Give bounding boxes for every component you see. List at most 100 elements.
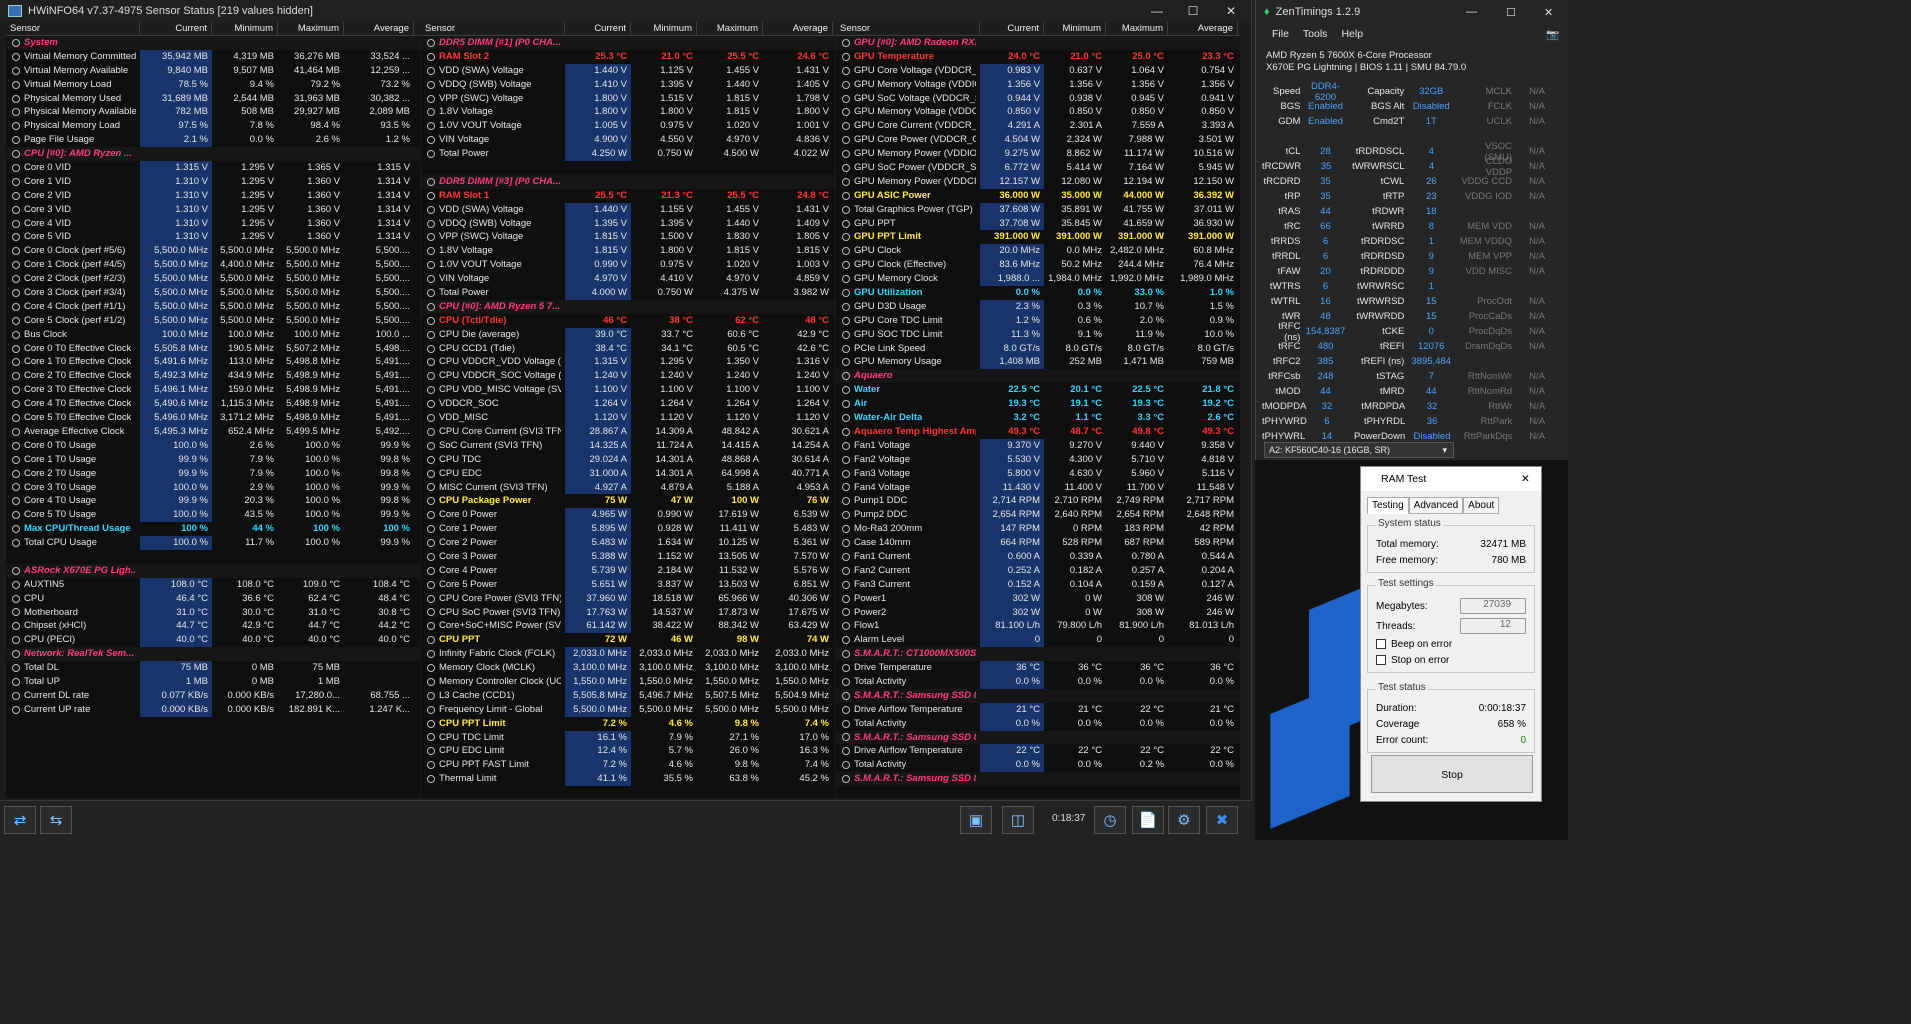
column-header[interactable]: Sensor Current Minimum Maximum Average: [421, 22, 835, 36]
sensor-row[interactable]: Core 0 T0 Usage 100.0 % 2.6 % 100.0 % 99.9 %: [6, 438, 420, 453]
sensor-row[interactable]: Core 5 Clock (perf #1/2) 5,500.0 MHz 5,500…: [6, 313, 420, 328]
sensor-row[interactable]: Current DL rate 0.077 KB/s 0.000 KB/s 17,28…: [6, 688, 420, 703]
sensor-row[interactable]: CPU TDC Limit 16.1 % 7.9 % 27.1 % 17.0 %: [421, 730, 835, 745]
sensor-row[interactable]: Total Activity 0.0 % 0.0 % 0.0 % 0.0 %: [836, 716, 1240, 731]
sensor-group-row[interactable]: GPU [#0]: AMD Radeon RX...: [836, 36, 1240, 50]
sensor-row[interactable]: Total Activity 0.0 % 0.0 % 0.0 % 0.0 %: [836, 674, 1240, 689]
sensor-row[interactable]: GPU Clock 20.0 MHz 0.0 MHz 2,482.0 MHz 60.8 …: [836, 244, 1240, 259]
sensor-row[interactable]: CPU (Tctl/Tdie) 46 °C 38 °C 62 °C 48 °C: [421, 314, 835, 328]
sensor-row[interactable]: Aquaero Temp Highest Amp 49.3 °C 48.7 °C 49…: [836, 425, 1240, 439]
sensor-row[interactable]: CPU EDC 31.000 A 14.301 A 64.998 A 40.771 A: [421, 466, 835, 481]
sensor-row[interactable]: L3 Cache (CCD1) 5,505.8 MHz 5,496.7 MHz 5,5…: [421, 688, 835, 703]
sensor-row[interactable]: Alarm Level 0 0 0 0: [836, 633, 1240, 648]
header-maximum[interactable]: Maximum: [697, 22, 763, 35]
sensor-row[interactable]: Power2 302 W 0 W 308 W 246 W: [836, 605, 1240, 620]
sensor-row[interactable]: GPU ASIC Power 36.000 W 35.000 W 44.000 W 36…: [836, 189, 1240, 203]
sensor-row[interactable]: Drive Airflow Temperature 21 °C 21 °C 22 °C…: [836, 702, 1240, 717]
sensor-row[interactable]: CPU 46.4 °C 36.6 °C 62.4 °C 48.4 °C: [6, 591, 420, 606]
header-current[interactable]: Current: [565, 22, 631, 35]
column-header[interactable]: Sensor Current Minimum Maximum Average: [836, 22, 1240, 36]
tab-about[interactable]: About: [1463, 497, 1500, 514]
zt-close-button[interactable]: ✕: [1544, 6, 1553, 19]
sensor-row[interactable]: VDDQ (SWB) Voltage 1.395 V 1.395 V 1.440 V 1…: [421, 216, 835, 231]
sensor-row[interactable]: Total CPU Usage 100.0 % 11.7 % 100.0 % 99.9 …: [6, 536, 420, 550]
sensor-group-row[interactable]: S.M.A.R.T.: Samsung SSD 860...: [836, 772, 1240, 787]
sensor-group-row[interactable]: System: [6, 36, 420, 50]
sensor-row[interactable]: Fan3 Current 0.152 A 0.104 A 0.159 A 0.127 A: [836, 577, 1240, 592]
menu-tools[interactable]: Tools: [1303, 28, 1328, 40]
sensor-row[interactable]: CPU Package Power 75 W 47 W 100 W 76 W: [421, 494, 835, 508]
sensor-row[interactable]: GPU Core Current (VDDCR_GFX) 4.291 A 2.301…: [836, 119, 1240, 134]
sensor-row[interactable]: Power1 302 W 0 W 308 W 246 W: [836, 591, 1240, 606]
sensor-row[interactable]: Physical Memory Available 782 MB 508 MB 29,…: [6, 105, 420, 120]
stop-on-error-checkbox[interactable]: Stop on error: [1376, 652, 1526, 668]
sensor-row[interactable]: Motherboard 31.0 °C 30.0 °C 31.0 °C 30.8 °C: [6, 605, 420, 620]
sensor-row[interactable]: GPU Memory Clock 1,988.0 ... 1,984.0 MHz 1,…: [836, 272, 1240, 287]
sensor-row[interactable]: VPP (SWC) Voltage 1.815 V 1.500 V 1.830 V 1.…: [421, 230, 835, 245]
sensor-row[interactable]: GPU PPT 37.708 W 35.845 W 41.659 W 36.930 W: [836, 216, 1240, 231]
header-sensor[interactable]: Sensor: [836, 22, 980, 35]
sensor-row[interactable]: CPU EDC Limit 12.4 % 5.7 % 26.0 % 16.3 %: [421, 744, 835, 759]
sensor-group-row[interactable]: S.M.A.R.T.: Samsung SSD 850...: [836, 730, 1240, 745]
sensor-group-row[interactable]: CPU [#0]: AMD Ryzen ...: [6, 147, 420, 162]
sensor-row[interactable]: Core 5 Power 5.651 W 3.837 W 13.503 W 6.851 …: [421, 577, 835, 592]
sensor-row[interactable]: Pump2 DDC 2,654 RPM 2,640 RPM 2,654 RPM 2,64…: [836, 508, 1240, 523]
sensor-row[interactable]: Core 4 Clock (perf #1/1) 5,500.0 MHz 5,500…: [6, 299, 420, 314]
sensor-row[interactable]: Virtual Memory Committed 35,942 MB 4,319 M…: [6, 49, 420, 64]
sensor-group-row[interactable]: DDR5 DIMM [#1] (P0 CHA...: [421, 36, 835, 50]
sensor-row[interactable]: CPU Core Power (SVI3 TFN) 37.960 W 18.518 …: [421, 591, 835, 606]
sensor-row[interactable]: Total Activity 0.0 % 0.0 % 0.2 % 0.0 %: [836, 758, 1240, 773]
sensor-row[interactable]: VDDQ (SWB) Voltage 1.410 V 1.395 V 1.440 V 1…: [421, 77, 835, 92]
prev-arrow-icon[interactable]: ⇄: [4, 806, 36, 834]
sensor-group-row[interactable]: ASRock X670E PG Ligh...: [6, 563, 420, 578]
module-select[interactable]: A2: KF560C40-16 (16GB, SR) ▾: [1264, 442, 1454, 458]
sensor-row[interactable]: Core 2 VID 1.310 V 1.295 V 1.360 V 1.314 V: [6, 188, 420, 203]
sensor-row[interactable]: Total Power 4.000 W 0.750 W 4.375 W 3.982 W: [421, 286, 835, 300]
sensor-group-row[interactable]: Network: RealTek Sem...: [6, 647, 420, 662]
header-average[interactable]: Average: [344, 22, 414, 35]
sensor-row[interactable]: RAM Slot 1 25.5 °C 21.3 °C 25.5 °C 24.8 °C: [421, 189, 835, 203]
sensor-row[interactable]: Fan2 Current 0.252 A 0.182 A 0.257 A 0.204 A: [836, 563, 1240, 578]
sensor-row[interactable]: Memory Clock (MCLK) 3,100.0 MHz 3,100.0 MH…: [421, 661, 835, 675]
sensor-row[interactable]: GPU Core TDC Limit 1.2 % 0.6 % 2.0 % 0.9 %: [836, 313, 1240, 328]
sensor-row[interactable]: Infinity Fabric Clock (FCLK) 2,033.0 MHz 2…: [421, 647, 835, 662]
sensor-row[interactable]: GPU PPT Limit 391.000 W 391.000 W 391.000 W…: [836, 230, 1240, 244]
sensor-row[interactable]: Physical Memory Used 31,689 MB 2,544 MB 31,…: [6, 91, 420, 106]
sensor-row[interactable]: Mo-Ra3 200mm 147 RPM 0 RPM 183 RPM 42 RPM: [836, 522, 1240, 537]
sensor-row[interactable]: Core 1 Power 5.895 W 0.928 W 11.411 W 5.483 …: [421, 522, 835, 537]
sensor-row[interactable]: CPU PPT FAST Limit 7.2 % 4.6 % 9.8 % 7.4 %: [421, 758, 835, 773]
sensor-row[interactable]: Max CPU/Thread Usage 100 % 44 % 100 % 100 %: [6, 522, 420, 536]
sensor-row[interactable]: Core 0 Clock (perf #5/6) 5,500.0 MHz 5,500…: [6, 244, 420, 259]
sensor-row[interactable]: Total Power 4.250 W 0.750 W 4.500 W 4.022 W: [421, 147, 835, 162]
sensor-row[interactable]: Total Graphics Power (TGP) 37.608 W 35.891…: [836, 202, 1240, 217]
menu-help[interactable]: Help: [1341, 28, 1363, 40]
sensor-row[interactable]: Core+SoC+MISC Power (SVI... 61.142 W 38.42…: [421, 619, 835, 634]
sensor-row[interactable]: Core 1 T0 Effective Clock 5,491.6 MHz 113.…: [6, 355, 420, 370]
sensor-row[interactable]: Page File Usage 2.1 % 0.0 % 2.6 % 1.2 %: [6, 133, 420, 148]
sensor-row[interactable]: Core 1 Clock (perf #4/5) 5,500.0 MHz 4,400…: [6, 258, 420, 273]
sensor-row[interactable]: Water-Air Delta 3.2 °C 1.1 °C 3.3 °C 2.6 °C: [836, 411, 1240, 425]
sensor-row[interactable]: 1.0V VOUT Voltage 0.990 V 0.975 V 1.020 V 1.…: [421, 258, 835, 273]
sensor-row[interactable]: Current UP rate 0.000 KB/s 0.000 KB/s 182.8…: [6, 702, 420, 717]
zt-minimize-button[interactable]: —: [1466, 6, 1477, 18]
close-button[interactable]: ✕: [1214, 0, 1248, 22]
sensor-row[interactable]: Core 1 VID 1.310 V 1.295 V 1.360 V 1.314 V: [6, 174, 420, 189]
sensor-row[interactable]: AUXTIN5 108.0 °C 108.0 °C 109.0 °C 108.4 °C: [6, 577, 420, 592]
sensor-row[interactable]: Core 3 Power 5.388 W 1.152 W 13.505 W 7.570 …: [421, 549, 835, 564]
sensor-row[interactable]: Case 140mm 664 RPM 528 RPM 687 RPM 589 RPM: [836, 536, 1240, 550]
sensor-row[interactable]: Fan3 Voltage 5.800 V 4.630 V 5.960 V 5.116 V: [836, 466, 1240, 481]
sensor-group-row[interactable]: Aquaero: [836, 369, 1240, 384]
gear-icon[interactable]: ⚙: [1168, 806, 1200, 834]
sensor-row[interactable]: CPU PPT 72 W 46 W 98 W 74 W: [421, 633, 835, 647]
sensor-row[interactable]: GPU SOC TDC Limit 11.3 % 9.1 % 11.9 % 10.0 %: [836, 327, 1240, 342]
sensor-row[interactable]: GPU D3D Usage 2.3 % 0.3 % 10.7 % 1.5 %: [836, 299, 1240, 314]
header-maximum[interactable]: Maximum: [1106, 22, 1168, 35]
sensor-row[interactable]: CPU (PECI) 40.0 °C 40.0 °C 40.0 °C 40.0 °C: [6, 633, 420, 648]
sensor-row[interactable]: Bus Clock 100.0 MHz 100.0 MHz 100.0 MHz 100.…: [6, 327, 420, 342]
sensor-row[interactable]: Core 5 T0 Effective Clock 5,496.0 MHz 3,17…: [6, 411, 420, 425]
close-icon[interactable]: ✖: [1206, 806, 1238, 834]
tab-advanced[interactable]: Advanced: [1408, 497, 1464, 514]
sensor-row[interactable]: Frequency Limit - Global 5,500.0 MHz 5,500…: [421, 702, 835, 717]
sensor-row[interactable]: Core 0 VID 1.315 V 1.295 V 1.365 V 1.315 V: [6, 161, 420, 175]
rt-close-button[interactable]: ✕: [1521, 473, 1530, 485]
